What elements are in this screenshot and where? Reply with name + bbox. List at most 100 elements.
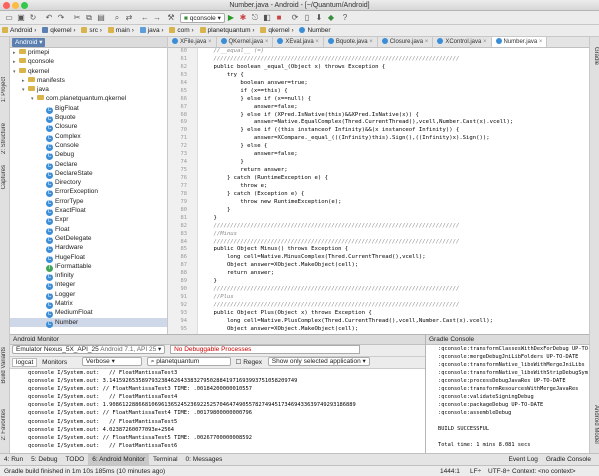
- tree-item-bquote[interactable]: C Bquote: [10, 113, 167, 124]
- breadcrumb-item[interactable]: com ›: [167, 25, 195, 36]
- debug-icon[interactable]: ✱: [238, 13, 248, 23]
- line-separator[interactable]: LF÷: [470, 466, 481, 476]
- attach-debugger-icon[interactable]: ⎋: [250, 13, 260, 23]
- monitors-tab[interactable]: Monitors: [39, 359, 70, 366]
- tree-item-errorexception[interactable]: C ErrorException: [10, 187, 167, 198]
- breadcrumb-item[interactable]: main ›: [106, 25, 136, 36]
- tree-item-number[interactable]: C Number: [10, 317, 167, 328]
- logcat-search-input[interactable]: ⌕ planetquantum: [146, 357, 231, 366]
- log-level-select[interactable]: Verbose ▾: [81, 357, 142, 366]
- tree-item-mediumfloat[interactable]: C MediumFloat: [10, 308, 167, 319]
- tree-item-directory[interactable]: C Directory: [10, 178, 167, 189]
- tree-item-debug[interactable]: C Debug: [10, 150, 167, 161]
- tab-bquote-java[interactable]: Bquote.java ×: [324, 37, 378, 47]
- tree-item-float[interactable]: C Float: [10, 225, 167, 235]
- tree-item-errortype[interactable]: C ErrorType: [10, 197, 167, 207]
- tree-item-iformattable[interactable]: I IFormattable: [10, 262, 167, 272]
- tab-xeval-java[interactable]: XEval.java ×: [273, 37, 324, 47]
- logcat-filter-select[interactable]: Show only selected application ▾: [267, 357, 370, 366]
- back-icon[interactable]: ←: [140, 13, 150, 23]
- run-configuration-select[interactable]: ■ qconsole ▾: [180, 13, 225, 23]
- run-icon[interactable]: ▶: [226, 13, 236, 23]
- build-variants-tool-tab[interactable]: Build Variants: [1, 347, 9, 384]
- android-model-tool-tab[interactable]: Android Model: [591, 405, 599, 444]
- help-icon[interactable]: ?: [340, 13, 350, 23]
- code-area[interactable]: //__equal__ (=) ////////////////////////…: [200, 48, 586, 334]
- tree-item-hugefloat[interactable]: C HugeFloat: [10, 253, 167, 263]
- gradle-console-output[interactable]: :qconsole:transformClassesWithDexForDebu…: [426, 345, 589, 449]
- close-tab-icon[interactable]: ×: [314, 39, 319, 45]
- stop-icon[interactable]: ■: [274, 13, 284, 23]
- tree-item-integer[interactable]: C Integer: [10, 280, 167, 291]
- tree-item-java[interactable]: ▾ java: [10, 85, 167, 94]
- sync-icon[interactable]: ↻: [28, 13, 38, 23]
- favorites-tool-tab[interactable]: 2: Favorites: [1, 409, 9, 440]
- breadcrumb-item[interactable]: Android ›: [0, 25, 38, 36]
- file-encoding[interactable]: UTF-8÷: [488, 466, 510, 476]
- tree-item-hardware[interactable]: C Hardware: [10, 243, 167, 254]
- breadcrumb-item[interactable]: src ›: [79, 25, 104, 36]
- tab-closure-java[interactable]: Closure.java ×: [378, 37, 434, 47]
- device-select[interactable]: Emulator Nexus_5X_API_25 Android 7.1, AP…: [12, 345, 166, 354]
- captures-tool-tab[interactable]: Captures: [1, 165, 9, 189]
- paste-icon[interactable]: ▤: [96, 13, 106, 23]
- tree-item-closure[interactable]: C Closure: [10, 122, 167, 133]
- tree-item-complex[interactable]: C Complex: [10, 132, 167, 142]
- tree-item-logger[interactable]: C Logger: [10, 290, 167, 300]
- tab-xcontrol-java[interactable]: XControl.java ×: [433, 37, 492, 47]
- android-device-monitor-icon[interactable]: ◆: [326, 13, 336, 23]
- cut-icon[interactable]: ✂: [72, 13, 82, 23]
- breadcrumb-item[interactable]: planetquantum ›: [198, 25, 257, 36]
- breadcrumb-item[interactable]: java ›: [138, 25, 166, 36]
- forward-icon[interactable]: →: [152, 13, 162, 23]
- save-all-icon[interactable]: ▣: [16, 13, 26, 23]
- find-icon[interactable]: ⌕: [112, 13, 122, 23]
- avd-manager-icon[interactable]: ▯: [302, 13, 312, 23]
- maximize-window-icon[interactable]: [21, 2, 28, 9]
- close-tab-icon[interactable]: ×: [423, 39, 429, 45]
- regex-checkbox[interactable]: ☐ Regex: [236, 359, 262, 366]
- tree-item-qkernel[interactable]: ▾ qkernel: [10, 67, 167, 76]
- sdk-manager-icon[interactable]: ⬇: [314, 13, 324, 23]
- breadcrumb-item[interactable]: qkernel ›: [40, 25, 77, 36]
- tree-item-qconsole[interactable]: ▸ qconsole: [10, 57, 167, 66]
- gradle-tool-tab[interactable]: Gradle: [591, 47, 599, 65]
- coverage-icon[interactable]: ◧: [262, 13, 272, 23]
- make-project-icon[interactable]: ⚒: [166, 13, 176, 23]
- tree-item-getdelegate[interactable]: C GetDelegate: [10, 234, 167, 244]
- close-tab-icon[interactable]: ×: [263, 39, 269, 45]
- redo-icon[interactable]: ↷: [56, 13, 66, 23]
- breadcrumb-item[interactable]: qkernel ›: [258, 25, 295, 36]
- tree-item-exactfloat[interactable]: C ExactFloat: [10, 206, 167, 217]
- tree-item-console[interactable]: C Console: [10, 141, 167, 151]
- tree-item-com-planetquantum-qkernel[interactable]: ▾ com.planetquantum.qkernel: [10, 94, 167, 103]
- tree-item-bigfloat[interactable]: C BigFloat: [10, 104, 167, 114]
- tree-item-primepi[interactable]: ▸ primepi: [10, 48, 167, 57]
- logcat-output[interactable]: qconsole I/System.out: // FloatMantissaT…: [10, 369, 425, 450]
- tab-xfile-java[interactable]: XFile.java ×: [168, 37, 217, 47]
- tab-qkernel-java[interactable]: QKernel.java ×: [217, 37, 274, 47]
- close-tab-icon[interactable]: ×: [368, 39, 373, 45]
- process-select[interactable]: No Debuggable Processes: [170, 345, 361, 354]
- open-folder-icon[interactable]: ▭: [4, 13, 14, 23]
- replace-icon[interactable]: ⇄: [124, 13, 134, 23]
- project-tool-tab[interactable]: 1: Project: [1, 77, 9, 102]
- structure-tool-tab[interactable]: 2: Structure: [1, 123, 9, 154]
- undo-icon[interactable]: ↶: [44, 13, 54, 23]
- tree-item-declare[interactable]: C Declare: [10, 160, 167, 170]
- close-tab-icon[interactable]: ×: [481, 39, 487, 45]
- sync-gradle-icon[interactable]: ⟳: [290, 13, 300, 23]
- tab-number-java[interactable]: Number.java ×: [491, 37, 548, 47]
- logcat-tab[interactable]: logcat: [12, 358, 38, 367]
- breadcrumb-item[interactable]: Number: [297, 25, 332, 36]
- project-view-selector[interactable]: Android ▾: [12, 38, 46, 47]
- tree-item-infinity[interactable]: C Infinity: [10, 271, 167, 282]
- caret-position[interactable]: 1444:1: [440, 466, 460, 476]
- tree-item-declarestate[interactable]: C DeclareState: [10, 169, 167, 179]
- close-tab-icon[interactable]: ×: [206, 39, 212, 45]
- tree-item-expr[interactable]: C Expr: [10, 215, 167, 226]
- copy-icon[interactable]: ⧉: [84, 13, 94, 23]
- tree-item-manifests[interactable]: ▸ manifests: [10, 76, 167, 85]
- close-tab-icon[interactable]: ×: [537, 39, 543, 45]
- tree-item-matrix[interactable]: C Matrix: [10, 299, 167, 310]
